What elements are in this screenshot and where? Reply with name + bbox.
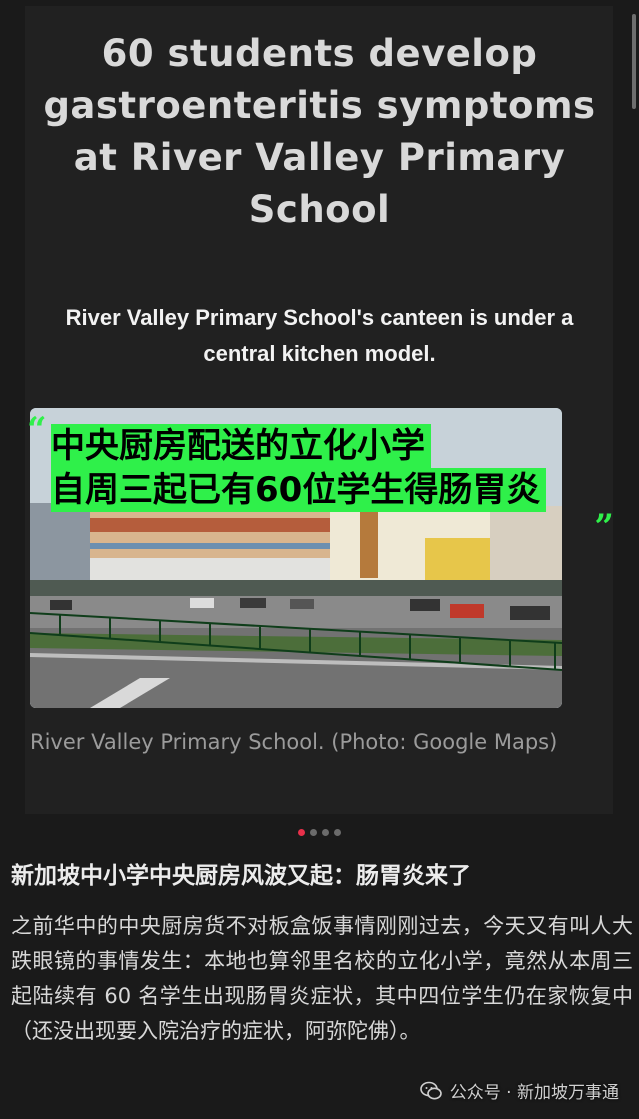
carousel-indicator[interactable] <box>0 829 639 836</box>
wechat-icon <box>419 1081 442 1099</box>
image-subhead: River Valley Primary School's canteen is… <box>65 305 574 366</box>
carousel-dot[interactable] <box>334 829 341 836</box>
quote-close-mark: „ <box>595 488 615 528</box>
carousel-dot[interactable] <box>310 829 317 836</box>
overlay-line-2: 自周三起已有60位学生得肠胃炎 <box>51 468 547 512</box>
quote-open-mark: “ <box>27 410 47 450</box>
overlay-line-1: 中央厨房配送的立化小学 <box>51 424 431 468</box>
watermark: 公众号 · 新加坡万事通 <box>419 1078 619 1103</box>
carousel-dot[interactable] <box>322 829 329 836</box>
image-headline: 60 students develop gastroenteritis symp… <box>43 32 596 231</box>
watermark-label: 公众号 · 新加坡万事通 <box>449 1083 619 1103</box>
article-body: 之前华中的中央厨房货不对板盒饭事情刚刚过去，今天又有叫人大跌眼镜的事情发生：本地… <box>11 914 633 1043</box>
article-title: 新加坡中小学中央厨房风波又起：肠胃炎来了 <box>11 863 471 889</box>
highlight-overlay: 中央厨房配送的立化小学 自周三起已有60位学生得肠胃炎 <box>51 424 591 512</box>
carousel-dot[interactable] <box>298 829 305 836</box>
photo-caption: River Valley Primary School. (Photo: Goo… <box>30 730 558 754</box>
scrollbar <box>632 14 636 109</box>
